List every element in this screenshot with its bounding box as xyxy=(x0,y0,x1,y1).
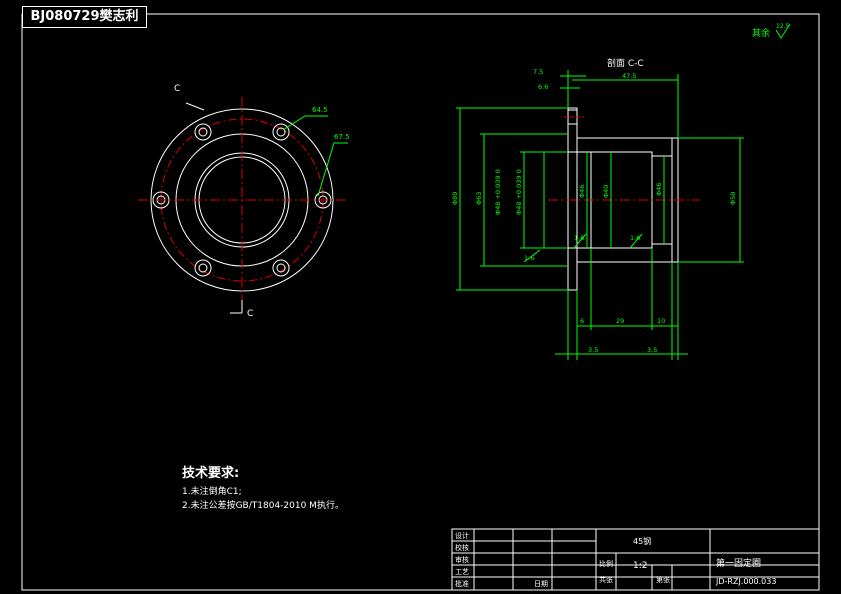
dim-d-outer: Φ80 xyxy=(451,192,459,205)
dim-d3: Φ48 +0.039 0 xyxy=(494,169,502,215)
notes-heading: 技术要求: xyxy=(182,466,240,481)
tb-sheet-label: 第张 xyxy=(656,575,670,584)
note-item-1: 1.未注倒角C1; xyxy=(182,487,242,497)
dim-d7: Φ46 xyxy=(655,183,663,196)
dim-top1: 7.5 xyxy=(533,68,543,76)
tb-scale: 1:2 xyxy=(633,561,647,571)
tb-code: JD-RZJ.000.033 xyxy=(715,577,776,586)
technical-notes: 技术要求: 1.未注倒角C1; 2.未注公差按GB/T1804-2010 M执行… xyxy=(182,462,344,513)
dim-ch1: 1.6 xyxy=(524,254,534,262)
section-title: 剖面 C-C xyxy=(607,57,644,69)
dim-d5: Φ46 xyxy=(578,185,586,198)
sheet-border xyxy=(21,13,820,591)
tb-audit: 审核 xyxy=(455,555,469,564)
dim-bot4: 3.5 xyxy=(588,346,598,354)
tb-date: 日期 xyxy=(534,580,548,588)
tb-craft: 工艺 xyxy=(455,568,469,576)
drawing-canvas: C C 64.5 67.5 7.5 6.6 47.5 Φ80 Φ63 Φ48 +… xyxy=(21,13,820,591)
flange-section xyxy=(567,107,578,291)
drawing-tag: BJ080729樊志利 xyxy=(22,6,147,28)
roughness-value: 12.5 xyxy=(776,23,790,30)
dim-ch3: 1.6 xyxy=(630,234,640,242)
section-dim-texts: 7.5 6.6 47.5 Φ80 Φ63 Φ48 +0.039 0 Φ48 +0… xyxy=(451,68,737,354)
tb-material: 45钢 xyxy=(633,536,651,546)
tb-design: 设计 xyxy=(455,531,469,540)
dim-bot2: 29 xyxy=(616,317,624,325)
tb-scale-label: 比例 xyxy=(599,559,613,568)
tb-qty-label: 共张 xyxy=(599,575,613,584)
tb-approve: 批准 xyxy=(455,579,469,588)
tb-name: 第一固定圈 xyxy=(716,557,761,569)
dim-bot3: 10 xyxy=(657,317,665,325)
dim-d4: Φ48 +0.039 0 xyxy=(515,169,523,215)
cut-mark-top xyxy=(185,102,205,111)
roughness-prefix: 其余 xyxy=(752,27,770,39)
dim-top2: 6.6 xyxy=(538,83,548,91)
dim-d2: Φ63 xyxy=(475,192,483,205)
dim-top3: 47.5 xyxy=(622,72,636,80)
front-view: C C 64.5 67.5 xyxy=(138,84,350,319)
dim-bot5: 3.5 xyxy=(647,346,657,354)
tb-check: 校核 xyxy=(455,543,469,552)
dim-d-right: Φ50 xyxy=(729,192,737,205)
dim-bot1: 6 xyxy=(580,317,584,325)
dim-ch2: 1.6 xyxy=(574,234,584,242)
dim-front-2: 67.5 xyxy=(334,133,350,141)
dim-front-1: 64.5 xyxy=(312,106,328,114)
note-item-2: 2.未注公差按GB/T1804-2010 M执行。 xyxy=(182,501,344,511)
dim-d6: Φ40 xyxy=(602,185,610,198)
cut-label-bottom: C xyxy=(247,309,253,319)
cut-label-top: C xyxy=(174,84,180,94)
